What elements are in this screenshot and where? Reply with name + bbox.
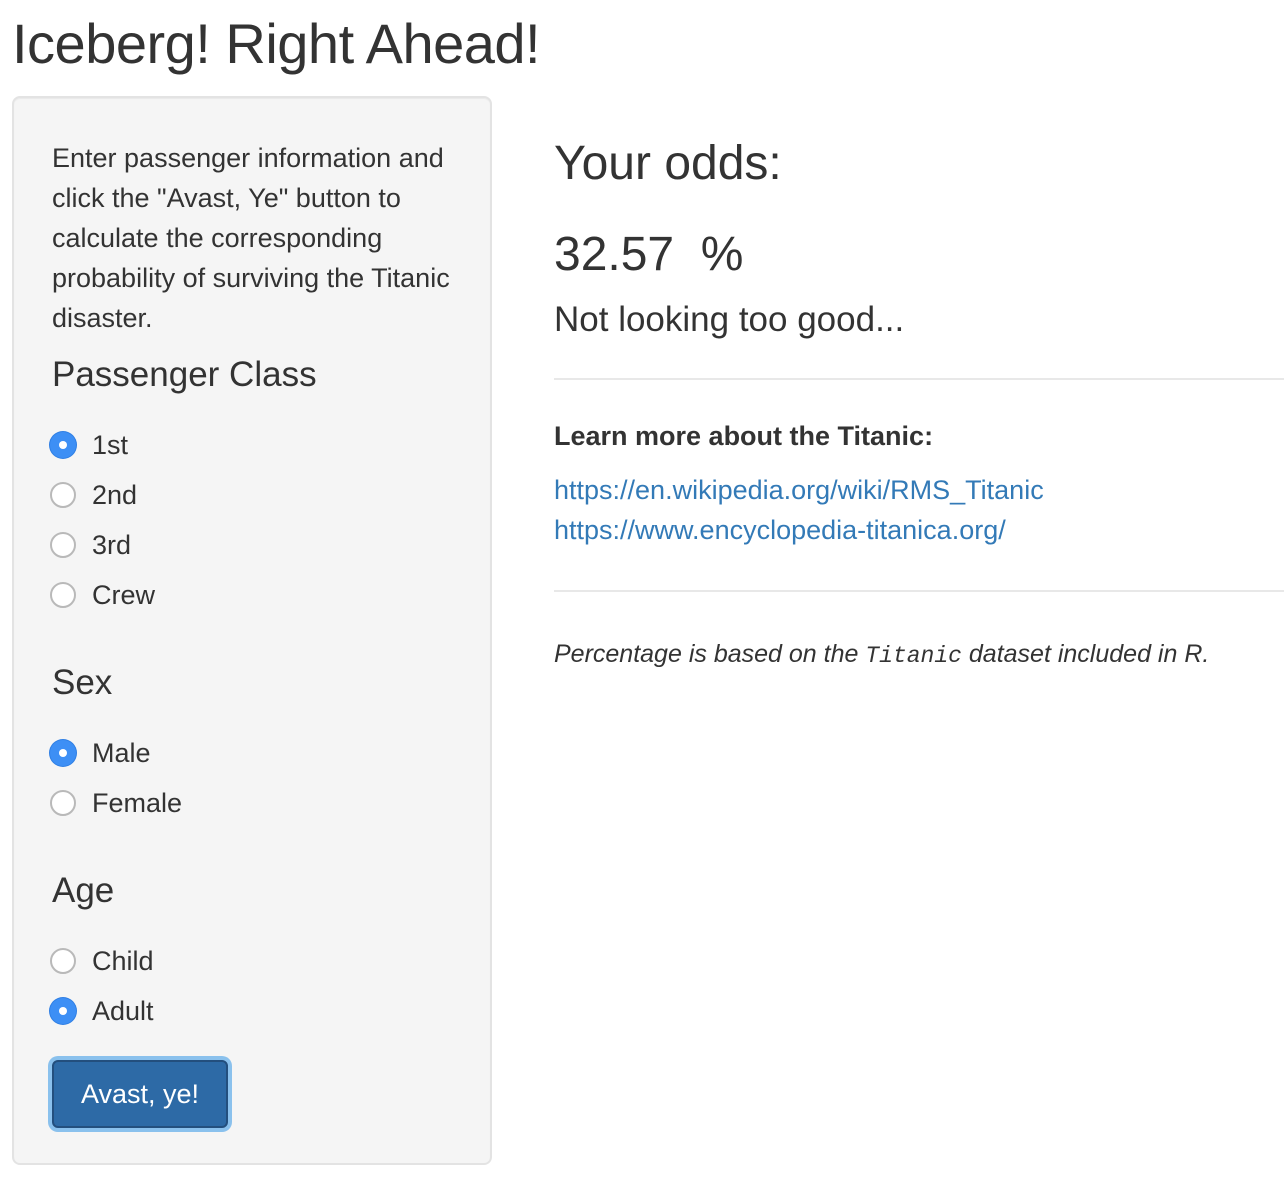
radio-checked-icon[interactable]	[50, 740, 76, 766]
radio-label: 1st	[92, 429, 129, 460]
radio-label: 3rd	[92, 529, 132, 560]
passenger-class-title: Passenger Class	[52, 355, 317, 394]
age-option-adult[interactable]: Adult	[50, 991, 154, 1031]
sex-option-male[interactable]: Male	[50, 733, 151, 773]
age-option-child[interactable]: Child	[50, 941, 154, 981]
odds-value: 32.57 %	[554, 228, 744, 281]
radio-label: Adult	[92, 995, 154, 1026]
class-option-2nd[interactable]: 2nd	[50, 475, 137, 515]
dataset-name: Titanic	[865, 643, 962, 669]
radio-unchecked-icon[interactable]	[50, 948, 76, 974]
dataset-footnote: Percentage is based on the Titanic datas…	[554, 634, 1209, 676]
radio-label: Crew	[92, 579, 156, 610]
radio-label: 2nd	[92, 479, 138, 510]
radio-unchecked-icon[interactable]	[50, 482, 76, 508]
radio-unchecked-icon[interactable]	[50, 582, 76, 608]
avast-ye-button[interactable]: Avast, ye!	[52, 1060, 228, 1128]
radio-checked-icon[interactable]	[50, 432, 76, 458]
input-panel: Enter passenger information and click th…	[12, 96, 492, 1165]
divider	[554, 590, 1284, 592]
odds-verdict: Not looking too good...	[554, 300, 905, 339]
radio-label: Male	[92, 737, 151, 768]
class-option-crew[interactable]: Crew	[50, 575, 155, 615]
sex-title: Sex	[52, 663, 113, 702]
class-option-3rd[interactable]: 3rd	[50, 525, 131, 565]
results-panel: Your odds: 32.57 % Not looking too good.…	[554, 0, 1284, 1186]
radio-checked-icon[interactable]	[50, 998, 76, 1024]
wikipedia-link[interactable]: https://en.wikipedia.org/wiki/RMS_Titani…	[554, 470, 1044, 510]
encyclopedia-titanica-link[interactable]: https://www.encyclopedia-titanica.org/	[554, 510, 1006, 550]
radio-label: Child	[92, 945, 154, 976]
class-option-1st[interactable]: 1st	[50, 425, 128, 465]
radio-label: Female	[92, 787, 183, 818]
learn-more-heading: Learn more about the Titanic:	[554, 421, 934, 451]
odds-heading: Your odds:	[554, 137, 782, 190]
page-title: Iceberg! Right Ahead!	[12, 12, 541, 75]
footnote-text-start: Percentage is based on the	[554, 640, 866, 668]
divider	[554, 378, 1284, 380]
intro-text: Enter passenger information and click th…	[52, 143, 450, 333]
footnote-text-end: dataset included in R.	[961, 640, 1210, 668]
radio-unchecked-icon[interactable]	[50, 532, 76, 558]
age-title: Age	[52, 871, 115, 910]
radio-unchecked-icon[interactable]	[50, 790, 76, 816]
sex-option-female[interactable]: Female	[50, 783, 182, 823]
